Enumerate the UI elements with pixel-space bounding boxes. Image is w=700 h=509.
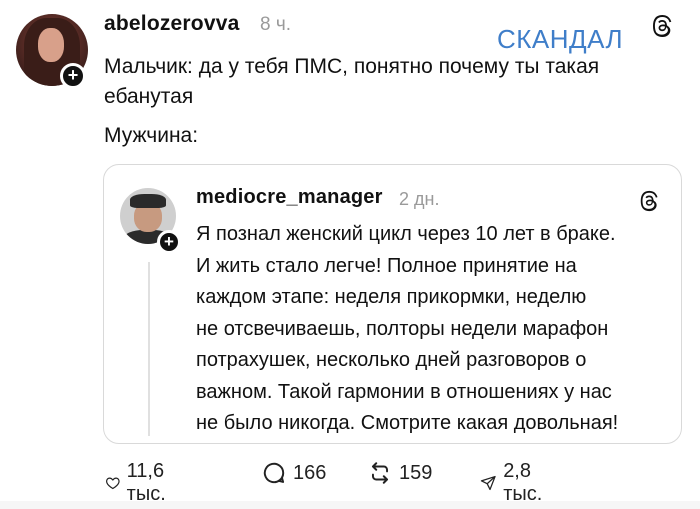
quoted-text-line: потрахушек, несколько дней разговоров о — [196, 349, 587, 371]
like-count: 11,6 тыс. — [126, 460, 166, 505]
quoted-author-username[interactable]: mediocre_manager — [196, 186, 383, 209]
reply-button[interactable]: 166 — [261, 460, 326, 486]
comment-icon — [263, 462, 285, 484]
quoted-text-line: не отсвечиваешь, полторы недели марафон — [196, 317, 609, 340]
quoted-text-line: не было никогда. Смотрите какая довольна… — [196, 412, 619, 434]
quoted-text-line: каждом этапе: неделя прикормки, неделю — [196, 286, 587, 308]
follow-plus-icon[interactable]: + — [60, 63, 86, 89]
repost-icon — [371, 462, 389, 484]
thread-line — [148, 262, 150, 436]
share-count: 2,8 тыс. — [503, 460, 543, 505]
watermark-text: СКАНДАЛ — [497, 24, 624, 54]
share-button[interactable]: 2,8 тыс. — [480, 460, 551, 506]
heart-icon — [106, 477, 120, 490]
avatar-hair — [130, 194, 166, 208]
share-icon — [480, 475, 496, 491]
quoted-text-line: важном. Такой гармонии в отношениях у на… — [196, 380, 612, 403]
follow-plus-icon[interactable]: + — [157, 230, 181, 254]
quoted-post-body: Я познал женский цикл через 10 лет в бра… — [196, 219, 676, 440]
quoted-post-time: 2 дн. — [399, 189, 440, 209]
author-username[interactable]: abelozerovva — [104, 12, 239, 36]
repost-button[interactable]: 159 — [367, 460, 432, 486]
reply-count: 166 — [293, 461, 327, 484]
post-body: Мальчик: да у тебя ПМС, понятно почему т… — [104, 52, 684, 151]
post-text-line: Мальчик: да у тебя ПМС, понятно почему т… — [104, 55, 600, 78]
threads-logo-icon — [640, 190, 658, 212]
post-time: 8 ч. — [260, 14, 292, 35]
divider — [0, 501, 700, 509]
threads-logo-icon — [653, 15, 672, 37]
post-text-line: ебанутая — [104, 85, 194, 108]
like-button[interactable]: 11,6 тыс. — [105, 460, 176, 506]
quoted-text-line: И жить стало легче! Полное принятие на — [196, 254, 577, 277]
post-text-line: Мужчина: — [104, 124, 199, 147]
repost-count: 159 — [399, 461, 433, 484]
quoted-text-line: Я познал женский цикл через 10 лет в бра… — [196, 223, 616, 245]
avatar-face — [38, 28, 64, 62]
